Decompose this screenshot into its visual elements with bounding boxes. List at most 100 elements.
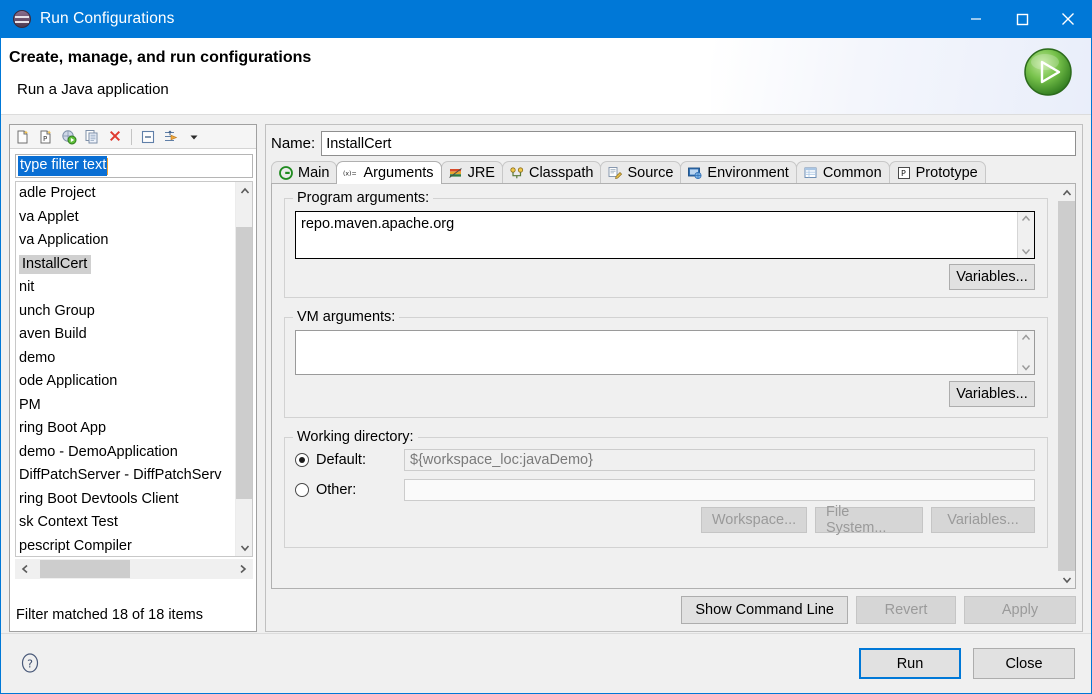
tree-item-label: nit xyxy=(19,279,35,295)
tab-classpath[interactable]: Classpath xyxy=(501,161,602,184)
tree-item-label: aven Build xyxy=(19,326,87,342)
tree-horizontal-scrollbar[interactable] xyxy=(15,559,253,579)
list-item[interactable]: nit xyxy=(16,276,235,300)
content-scroll-thumb[interactable] xyxy=(1058,201,1075,571)
new-configuration-icon[interactable] xyxy=(12,126,34,148)
chevron-down-icon[interactable] xyxy=(183,126,205,148)
tab-label: JRE xyxy=(467,165,495,181)
maximize-button[interactable] xyxy=(999,0,1045,38)
tab-label: Common xyxy=(822,165,882,181)
configuration-name-input[interactable] xyxy=(321,131,1076,156)
main-tab-icon xyxy=(278,165,294,181)
scroll-up-icon[interactable] xyxy=(236,182,252,199)
workspace-button[interactable]: Workspace... xyxy=(701,507,807,533)
working-directory-variables-button[interactable]: Variables... xyxy=(931,507,1035,533)
other-radio[interactable] xyxy=(295,483,309,497)
arguments-tab-icon: (x)= xyxy=(343,165,359,181)
environment-tab-icon xyxy=(687,165,703,181)
list-item[interactable]: demo xyxy=(16,347,235,371)
vm-arguments-value xyxy=(296,331,1017,374)
list-item[interactable]: PM xyxy=(16,394,235,418)
tree-item-label: PM xyxy=(19,396,41,413)
page-subtitle: Run a Java application xyxy=(17,81,169,98)
list-item[interactable]: unch Group xyxy=(16,300,235,324)
program-arguments-group: Program arguments: repo.maven.apache.org… xyxy=(284,190,1048,298)
tab-environment[interactable]: Environment xyxy=(680,161,797,184)
default-directory-field: ${workspace_loc:javaDemo} xyxy=(404,449,1035,471)
tab-arguments[interactable]: (x)= Arguments xyxy=(336,161,442,184)
common-tab-icon xyxy=(803,165,819,181)
minimize-button[interactable] xyxy=(953,0,999,38)
program-arguments-textarea[interactable]: repo.maven.apache.org xyxy=(295,211,1035,259)
tree-item-label: ring Boot Devtools Client xyxy=(19,490,179,507)
export-configuration-icon[interactable] xyxy=(58,126,80,148)
program-arguments-scroll-spinner[interactable] xyxy=(1017,212,1034,258)
text-caret xyxy=(107,157,109,175)
scroll-thumb-vertical[interactable] xyxy=(236,227,252,499)
svg-text:(x)=: (x)= xyxy=(343,171,357,178)
dialog-body: P type filter text adle Project va Apple… xyxy=(1,115,1091,633)
close-button[interactable] xyxy=(1045,0,1091,38)
list-item[interactable]: sk Context Test xyxy=(16,511,235,535)
tab-label: Main xyxy=(298,165,330,181)
tab-prototype[interactable]: P Prototype xyxy=(888,161,986,184)
working-directory-buttons: Workspace... File System... Variables... xyxy=(701,504,1035,536)
dialog-footer: ? Run Close xyxy=(1,633,1091,693)
tree-item-label: pescript Compiler xyxy=(19,537,132,554)
new-prototype-icon[interactable]: P xyxy=(35,126,57,148)
program-arguments-variables-button[interactable]: Variables... xyxy=(949,264,1035,290)
run-button[interactable]: Run xyxy=(859,648,961,679)
working-directory-other-row[interactable]: Other: xyxy=(295,479,1035,501)
configurations-tree[interactable]: adle Project va Applet va Application In… xyxy=(15,181,253,557)
tree-vertical-scrollbar[interactable] xyxy=(235,182,252,556)
list-item[interactable]: DiffPatchServer - DiffPatchServ xyxy=(16,464,235,488)
vm-arguments-variables-button[interactable]: Variables... xyxy=(949,381,1035,407)
content-vertical-scrollbar[interactable] xyxy=(1058,184,1075,588)
vm-arguments-textarea[interactable] xyxy=(295,330,1035,375)
tab-common[interactable]: Common xyxy=(795,161,890,184)
collapse-all-icon[interactable] xyxy=(137,126,159,148)
list-item[interactable]: va Application xyxy=(16,229,235,253)
vm-arguments-scroll-spinner[interactable] xyxy=(1017,331,1034,374)
close-button-footer[interactable]: Close xyxy=(973,648,1075,679)
default-radio[interactable] xyxy=(295,453,309,467)
tree-item-label: demo - DemoApplication xyxy=(19,443,178,460)
list-item[interactable]: ring Boot Devtools Client xyxy=(16,488,235,512)
list-item[interactable]: demo - DemoApplication xyxy=(16,441,235,465)
list-item[interactable]: aven Build xyxy=(16,323,235,347)
arguments-tab-content: Program arguments: repo.maven.apache.org… xyxy=(271,183,1076,589)
list-item[interactable]: ode Application xyxy=(16,370,235,394)
other-directory-input[interactable] xyxy=(404,479,1035,501)
content-scroll-up-icon[interactable] xyxy=(1058,184,1075,201)
tab-label: Environment xyxy=(707,165,789,181)
svg-text:?: ? xyxy=(27,658,33,671)
list-item[interactable]: ring Boot App xyxy=(16,417,235,441)
revert-button[interactable]: Revert xyxy=(856,596,956,624)
tab-main[interactable]: Main xyxy=(271,161,338,184)
tab-source[interactable]: Source xyxy=(600,161,682,184)
vm-arguments-legend: VM arguments: xyxy=(293,309,400,325)
search-input[interactable]: type filter text xyxy=(15,154,253,178)
help-question-icon[interactable]: ? xyxy=(19,652,41,674)
name-label: Name: xyxy=(271,135,316,152)
apply-button[interactable]: Apply xyxy=(964,596,1076,624)
list-item[interactable]: va Applet xyxy=(16,206,235,230)
scroll-down-icon[interactable] xyxy=(236,539,252,556)
working-directory-default-row[interactable]: Default: ${workspace_loc:javaDemo} xyxy=(295,449,1035,471)
file-system-button[interactable]: File System... xyxy=(815,504,923,536)
scroll-left-icon[interactable] xyxy=(15,559,35,579)
tree-item-label: va Applet xyxy=(19,208,79,225)
list-item[interactable]: adle Project xyxy=(16,182,235,206)
configuration-editor-panel: Name: Main (x)= Arguments xyxy=(265,124,1083,632)
delete-configuration-icon[interactable] xyxy=(104,126,126,148)
tab-bar: Main (x)= Arguments JRE Classpath Source… xyxy=(271,161,1076,184)
list-item-selected[interactable]: InstallCert xyxy=(16,253,235,277)
tab-jre[interactable]: JRE xyxy=(440,161,503,184)
list-item[interactable]: pescript Compiler xyxy=(16,535,235,557)
duplicate-configuration-icon[interactable] xyxy=(81,126,103,148)
filter-icon[interactable] xyxy=(160,126,182,148)
scroll-thumb-horizontal[interactable] xyxy=(40,560,130,578)
show-command-line-button[interactable]: Show Command Line xyxy=(681,596,848,624)
content-scroll-down-icon[interactable] xyxy=(1058,571,1075,588)
scroll-right-icon[interactable] xyxy=(233,559,253,579)
